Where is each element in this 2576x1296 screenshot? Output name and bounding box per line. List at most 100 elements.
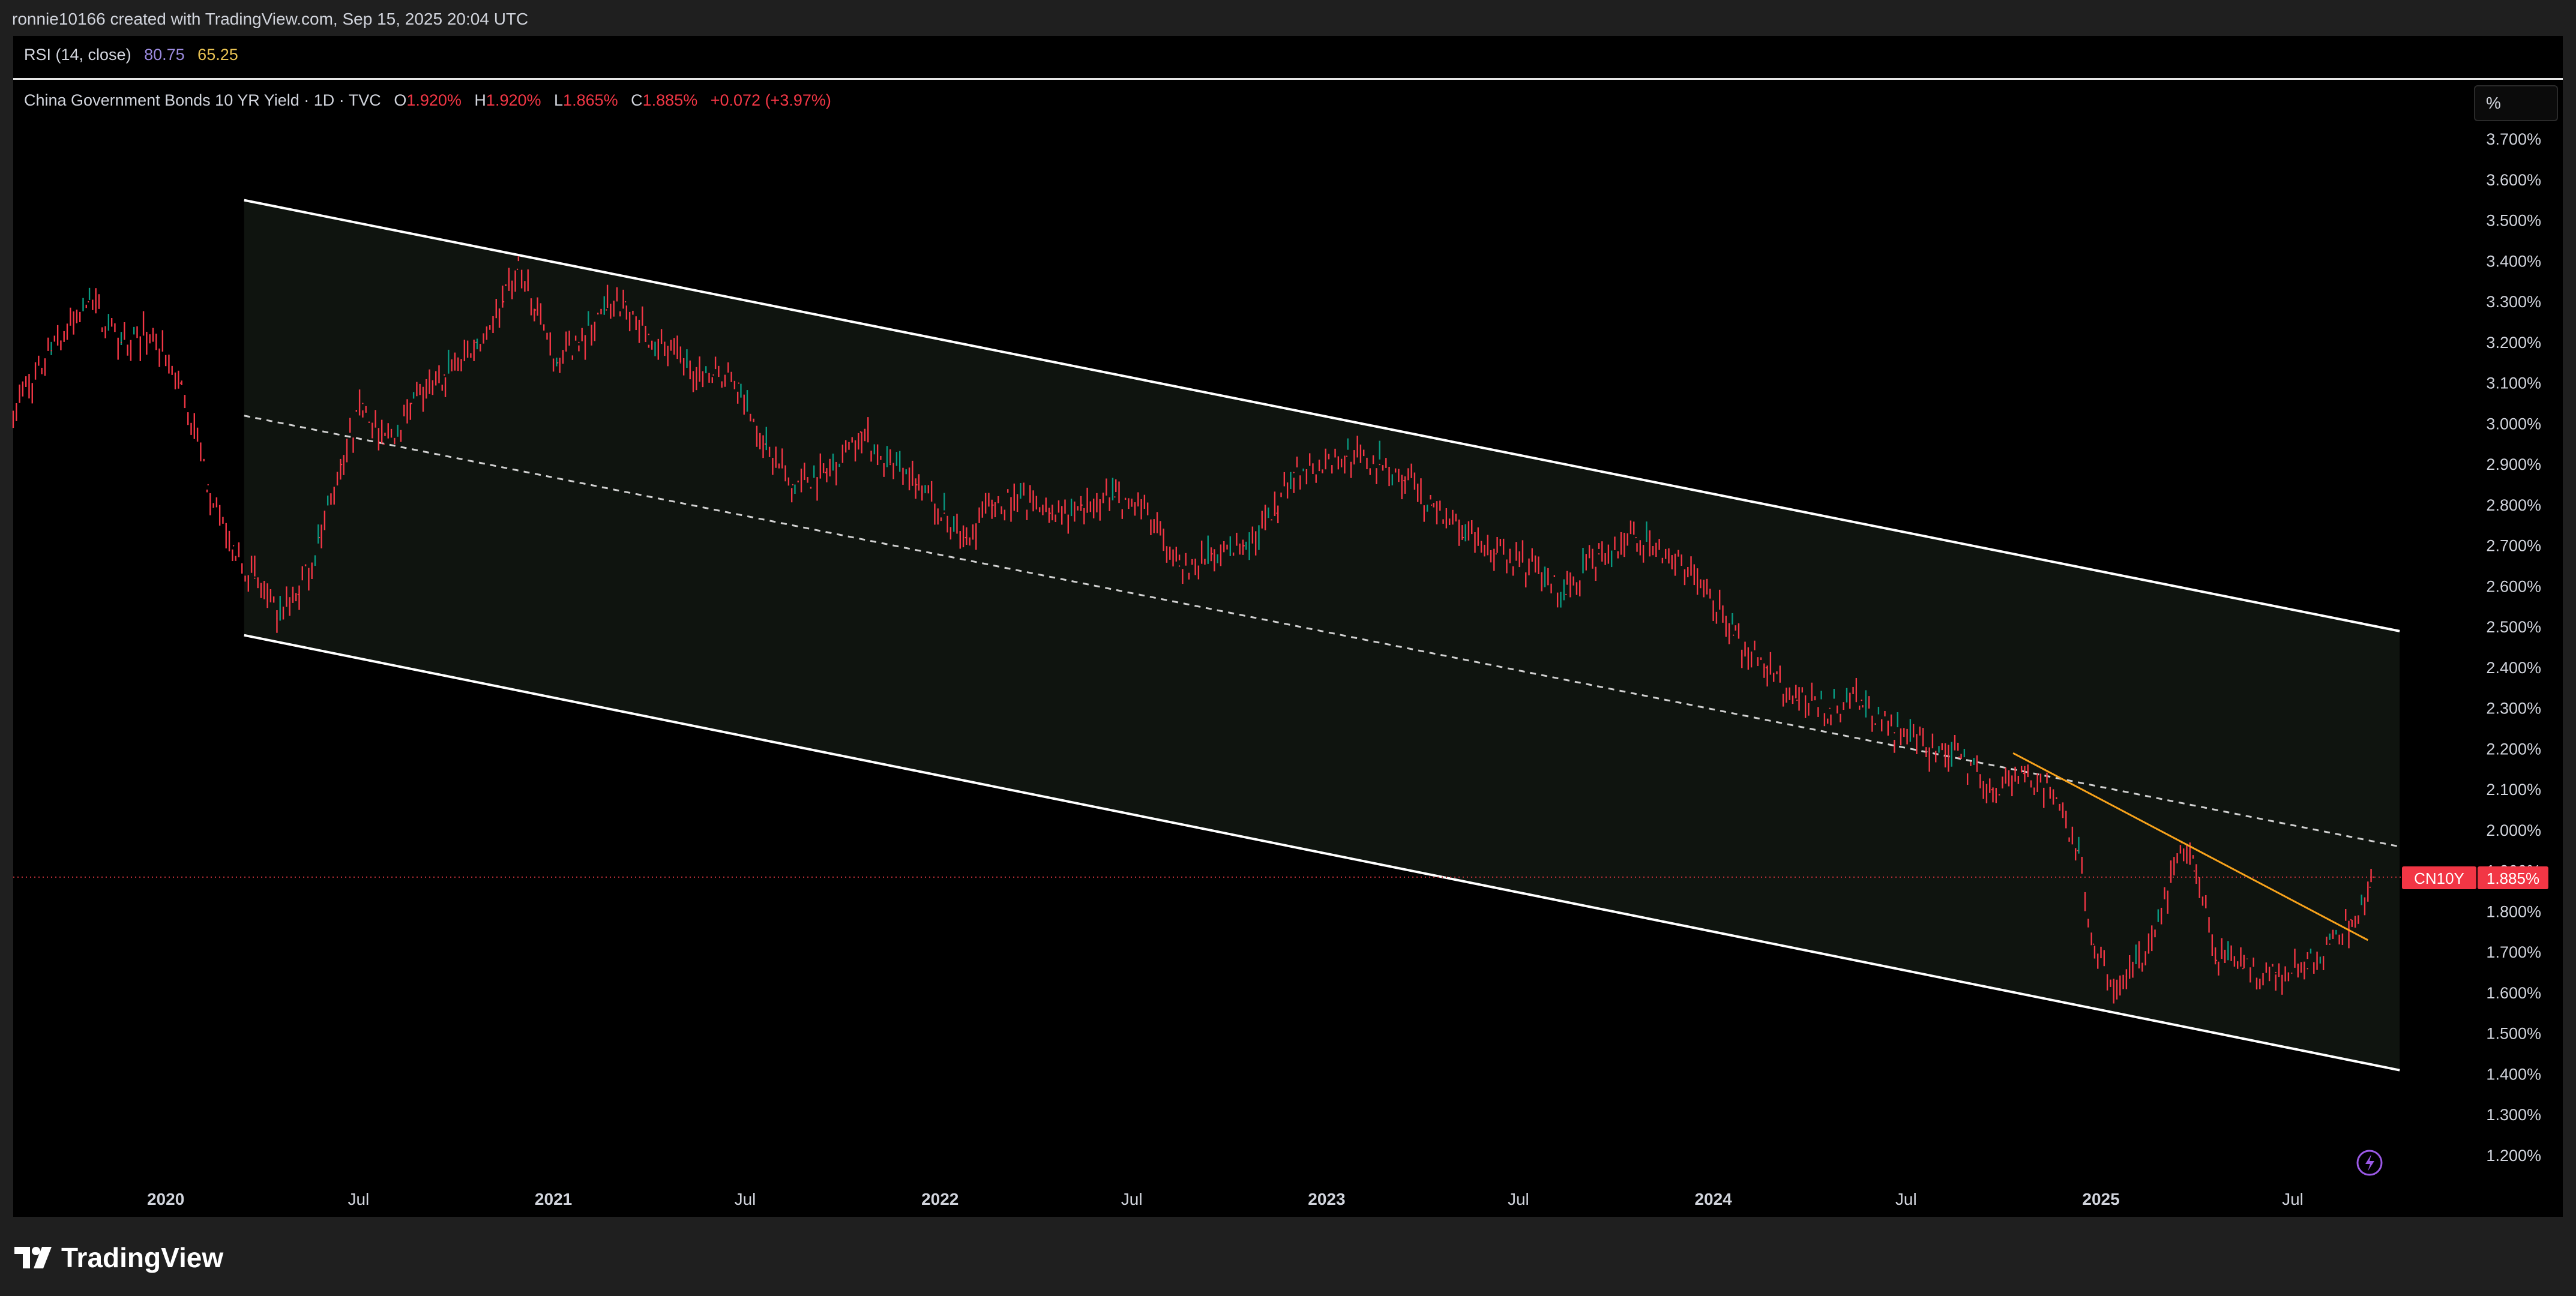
y-tick-label: 3.300% [2486,293,2541,311]
data-point [232,545,235,547]
data-point [1081,504,1083,506]
data-point [2147,952,2150,953]
data-point [2275,971,2277,974]
x-tick-label: 2022 [921,1190,958,1208]
data-point [179,382,182,384]
data-point [502,301,505,303]
y-tick-label: 1.500% [2486,1025,2541,1043]
y-tick-label: 1.600% [2486,984,2541,1002]
data-point [1495,553,1497,555]
data-point [712,374,714,376]
y-tick-label: 1.800% [2486,902,2541,920]
symbol-tag-text: CN10Y [2414,869,2464,887]
data-point [2056,797,2057,799]
lightning-icon[interactable] [2356,1150,2383,1176]
data-point [2329,943,2331,945]
data-point [2307,968,2308,970]
data-point [1140,504,1142,506]
data-point [318,536,320,539]
data-point [1293,472,1295,473]
data-point [1049,512,1051,514]
x-tick-label: Jul [348,1190,369,1208]
data-point [792,484,794,486]
data-point [992,504,994,506]
brand-name: TradingView [61,1242,224,1273]
data-point [1403,479,1405,482]
y-tick-label: 3.500% [2486,212,2541,230]
y-tick-label: 1.700% [2486,943,2541,961]
channel-fill [244,200,2400,1070]
data-point [1829,707,1831,709]
data-point [362,403,364,404]
price-tag: CN10Y 1.885% [2402,866,2548,889]
data-point [556,362,559,364]
tradingview-logo-icon [14,1247,52,1268]
y-axis[interactable]: 3.700% 3.600% 3.500% 3.400% 3.300% 3.200% 3.10… [2486,130,2541,1165]
x-tick-label: 2021 [535,1190,572,1208]
data-point [120,341,122,343]
data-point [2242,968,2244,970]
x-tick-label: Jul [1121,1190,1143,1208]
data-point [1861,699,1862,701]
data-point [916,484,918,486]
data-point [1430,504,1433,506]
y-tick-label: 2.900% [2486,455,2541,473]
data-point [1765,667,1768,669]
data-point [889,463,891,466]
data-point [12,410,14,413]
data-point [88,301,89,303]
x-tick-label: 2024 [1694,1190,1732,1208]
data-point [50,350,52,352]
y-tick-label: 2.600% [2486,577,2541,595]
y-tick-label: 2.200% [2486,740,2541,758]
x-tick-label: Jul [1895,1190,1917,1208]
price-tag-text: 1.885% [2487,869,2539,887]
y-tick-label: 3.600% [2486,171,2541,189]
data-point [2092,943,2095,945]
tradingview-logo[interactable]: TradingView [14,1240,223,1276]
data-point [1565,593,1567,596]
data-point [2215,959,2218,961]
data-point [624,301,627,303]
data-point [1796,699,1798,701]
data-point [606,309,607,311]
data-point [1598,553,1600,555]
data-point [1346,455,1348,457]
data-point [1668,553,1670,555]
x-axis[interactable]: 2020 Jul 2021 Jul 2022 Jul 2023 Jul 2024 Jul 2025 J… [147,1190,2304,1208]
data-point [2193,870,2195,872]
data-point [964,536,966,539]
y-tick-label: 3.400% [2486,252,2541,270]
data-point [2167,890,2168,892]
data-point [859,431,862,433]
y-tick-label: 2.800% [2486,496,2541,514]
data-point [1958,756,1960,758]
y-tick-label: 1.300% [2486,1106,2541,1124]
data-point [1732,634,1735,636]
x-tick-label: Jul [735,1190,756,1208]
y-tick-label: 2.700% [2486,537,2541,555]
data-point [1211,553,1214,555]
data-point [1521,561,1524,563]
x-tick-label: 2020 [147,1190,184,1208]
price-chart[interactable]: 3.700% 3.600% 3.500% 3.400% 3.300% 3.200% 3.10… [0,0,2576,1296]
data-point [943,512,945,514]
y-tick-label: 1.200% [2486,1147,2541,1165]
x-tick-label: 2023 [1308,1190,1345,1208]
data-point [254,577,256,580]
data-point [825,472,826,473]
data-point [679,362,682,364]
data-point [1178,565,1181,567]
regression-channel[interactable] [244,199,2400,1072]
y-tick-label: 2.100% [2486,781,2541,799]
data-point [534,309,537,311]
data-point [2110,984,2111,986]
data-point [648,334,650,335]
y-tick-label: 3.000% [2486,415,2541,433]
y-tick-label: 3.700% [2486,130,2541,148]
data-point [516,268,519,271]
data-point [578,341,580,343]
data-point [276,618,278,620]
data-point [2350,919,2352,921]
data-point [1700,586,1702,587]
